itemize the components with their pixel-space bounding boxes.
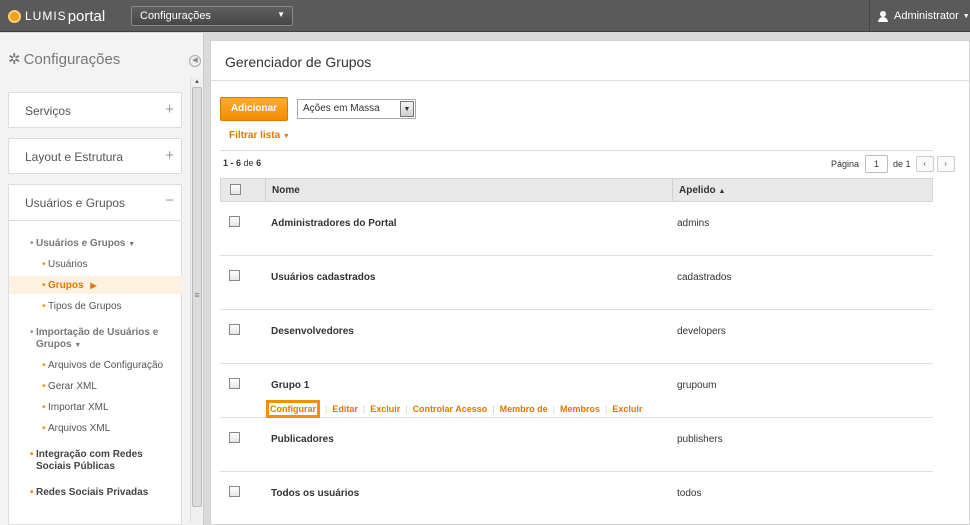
group-name[interactable]: Grupo 1 bbox=[271, 380, 309, 391]
nav-gerar-xml[interactable]: • Gerar XML bbox=[42, 381, 97, 393]
collapse-icon[interactable]: − bbox=[165, 192, 174, 209]
row-actions: Configurar | Editar | Excluir | Controla… bbox=[266, 400, 642, 418]
nav-arquivos-de-configuracao[interactable]: • Arquivos de Configuração bbox=[42, 360, 163, 372]
expand-icon[interactable]: + bbox=[165, 147, 174, 164]
filter-list-link[interactable]: Filtrar lista ▼ bbox=[229, 130, 290, 141]
delete-link[interactable]: Excluir bbox=[370, 404, 400, 414]
chevron-down-icon: ▼ bbox=[74, 342, 82, 349]
group-alias: publishers bbox=[677, 434, 723, 445]
group-name[interactable]: Publicadores bbox=[271, 434, 334, 445]
logo-prefix: LUMIS bbox=[25, 9, 67, 23]
sort-asc-icon: ▲ bbox=[718, 188, 726, 195]
sidebar-section-usuarios-grupos: Usuários e Grupos − • Usuários e Grupos ▼… bbox=[8, 184, 183, 525]
site-select-value: Configurações bbox=[140, 10, 211, 22]
nav-redes-sociais-privadas[interactable]: • Redes Sociais Privadas bbox=[30, 487, 148, 499]
user-name: Administrator bbox=[894, 10, 959, 22]
nav-tipos-de-grupos[interactable]: • Tipos de Grupos bbox=[42, 301, 122, 313]
sidebar-section-header[interactable]: Usuários e Grupos − bbox=[9, 185, 181, 221]
gear-icon: ✲ bbox=[8, 51, 21, 68]
logo-suffix: portal bbox=[67, 7, 106, 25]
logo-icon bbox=[8, 9, 21, 23]
sidebar-section-label: Serviços bbox=[25, 104, 72, 118]
page-title: Gerenciador de Grupos bbox=[225, 54, 372, 70]
group-alias: developers bbox=[677, 326, 726, 337]
collapse-sidebar-icon[interactable]: ◀ bbox=[189, 55, 201, 67]
group-name[interactable]: Desenvolvedores bbox=[271, 326, 354, 337]
user-menu[interactable]: Administrator ▼ bbox=[869, 0, 970, 32]
row-checkbox[interactable] bbox=[229, 324, 240, 335]
table-header: Nome Apelido ▲ bbox=[220, 178, 933, 202]
column-alias-header[interactable]: Apelido ▲ bbox=[672, 179, 731, 201]
page-label: Página bbox=[831, 159, 860, 169]
row-checkbox[interactable] bbox=[229, 270, 240, 281]
chevron-down-icon: ▼ bbox=[128, 241, 136, 248]
bulk-actions-value: Ações em Massa bbox=[303, 103, 380, 114]
result-range: 1 - 6 de 6 bbox=[223, 158, 262, 168]
chevron-down-icon[interactable]: ▼ bbox=[400, 101, 414, 117]
nav-redes-sociais-publicas[interactable]: • Integração com Redes Sociais Públicas bbox=[30, 449, 178, 473]
group-name[interactable]: Usuários cadastrados bbox=[271, 272, 376, 283]
sidebar-scrollbar[interactable]: ▲ bbox=[190, 77, 203, 522]
edit-link[interactable]: Editar bbox=[332, 404, 358, 414]
group-alias: cadastrados bbox=[677, 272, 732, 283]
access-control-link[interactable]: Controlar Acesso bbox=[413, 404, 488, 414]
row-checkbox[interactable] bbox=[229, 432, 240, 443]
nav-importar-xml[interactable]: • Importar XML bbox=[42, 402, 109, 414]
chevron-down-icon: ▼ bbox=[962, 12, 970, 20]
site-select[interactable]: Configurações ▼ bbox=[131, 6, 293, 26]
scroll-up-icon[interactable]: ▲ bbox=[191, 77, 203, 87]
user-icon bbox=[878, 10, 888, 22]
delete-link-2[interactable]: Excluir bbox=[612, 404, 642, 414]
nav-usuarios-e-grupos[interactable]: • Usuários e Grupos ▼ bbox=[30, 238, 136, 251]
row-checkbox[interactable] bbox=[229, 486, 240, 497]
chevron-right-icon: ▶ bbox=[90, 281, 97, 290]
expand-icon[interactable]: + bbox=[165, 101, 174, 118]
nav-importacao[interactable]: • Importação de Usuários e Grupos ▼ bbox=[30, 327, 166, 352]
prev-page-icon[interactable]: ‹ bbox=[915, 156, 934, 172]
top-bar: LUMIS portal Configurações ▼ Administrat… bbox=[0, 0, 970, 32]
group-alias: todos bbox=[677, 488, 702, 499]
select-all-checkbox[interactable] bbox=[230, 184, 241, 195]
add-button[interactable]: Adicionar bbox=[220, 97, 288, 121]
page-total: de 1 bbox=[893, 159, 911, 169]
column-name-header[interactable]: Nome bbox=[272, 185, 300, 196]
members-link[interactable]: Membros bbox=[560, 404, 600, 414]
nav-grupos[interactable]: • Grupos ▶ bbox=[42, 280, 97, 292]
next-page-icon[interactable]: › bbox=[936, 156, 955, 172]
member-of-link[interactable]: Membro de bbox=[500, 404, 548, 414]
nav-usuarios[interactable]: • Usuários bbox=[42, 259, 87, 271]
table-row[interactable]: Desenvolvedores developers bbox=[220, 310, 933, 364]
table-row[interactable]: Usuários cadastrados cadastrados bbox=[220, 256, 933, 310]
sidebar-section-label: Usuários e Grupos bbox=[25, 196, 126, 210]
scrollbar-thumb[interactable] bbox=[192, 87, 202, 507]
group-name[interactable]: Todos os usuários bbox=[271, 488, 359, 499]
row-checkbox[interactable] bbox=[229, 378, 240, 389]
sidebar-section-servicos[interactable]: Serviços + bbox=[8, 92, 182, 128]
main-panel: Gerenciador de Grupos Adicionar Ações em… bbox=[210, 40, 970, 525]
group-alias: grupoum bbox=[677, 380, 717, 391]
lumisportal-logo[interactable]: LUMIS portal bbox=[8, 7, 105, 25]
table-row[interactable]: Grupo 1 grupoum Configurar | Editar | Ex… bbox=[220, 364, 933, 418]
nav-arquivos-xml[interactable]: • Arquivos XML bbox=[42, 423, 110, 435]
sidebar: ✲ Configurações ◀ Serviços + Layout e Es… bbox=[0, 33, 204, 525]
sidebar-title: ✲ Configurações bbox=[8, 50, 121, 69]
sidebar-section-label: Layout e Estrutura bbox=[25, 150, 124, 164]
sidebar-title-text: Configurações bbox=[23, 50, 121, 68]
table-row[interactable]: Administradores do Portal admins bbox=[220, 202, 933, 256]
table-row[interactable]: Publicadores publishers bbox=[220, 418, 933, 472]
row-checkbox[interactable] bbox=[229, 216, 240, 227]
pagination: Página 1 de 1 ‹ › bbox=[831, 155, 955, 173]
chevron-down-icon: ▼ bbox=[282, 133, 290, 140]
main-header: Gerenciador de Grupos bbox=[211, 41, 969, 81]
bulk-actions-select[interactable]: Ações em Massa ▼ bbox=[297, 99, 416, 119]
groups-table: Nome Apelido ▲ Administradores do Portal… bbox=[220, 178, 933, 525]
sidebar-section-layout[interactable]: Layout e Estrutura + bbox=[8, 138, 182, 174]
group-alias: admins bbox=[677, 218, 710, 229]
group-name[interactable]: Administradores do Portal bbox=[271, 218, 397, 229]
table-row[interactable]: Todos os usuários todos bbox=[220, 472, 933, 525]
page-number-input[interactable]: 1 bbox=[865, 155, 889, 173]
divider bbox=[220, 150, 933, 151]
configure-link[interactable]: Configurar bbox=[266, 400, 320, 418]
chevron-down-icon: ▼ bbox=[277, 10, 285, 19]
